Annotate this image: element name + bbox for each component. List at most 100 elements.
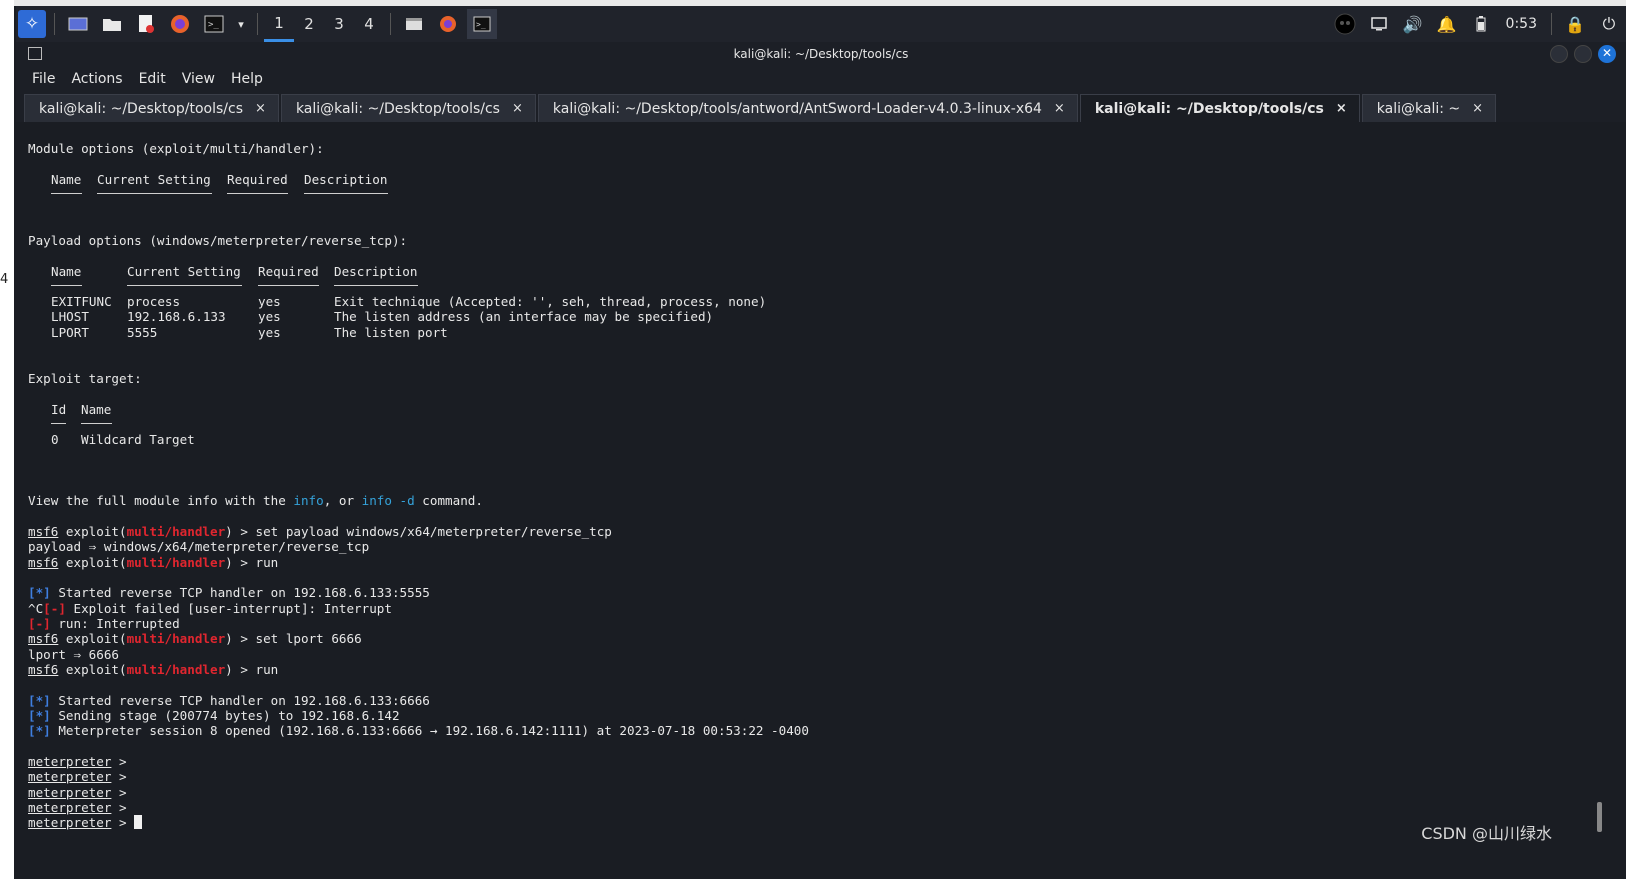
- pay-row-1-current: process: [127, 294, 181, 309]
- payload-options-heading: Payload options (windows/meterpreter/rev…: [28, 233, 408, 248]
- kali-menu-icon[interactable]: ✧: [18, 10, 46, 38]
- tab-3[interactable]: kali@kali: ~/Desktop/tools/antword/AntSw…: [537, 94, 1078, 122]
- pay-row-2-name: LHOST: [51, 309, 89, 324]
- workspace-2[interactable]: 2: [294, 6, 324, 42]
- panel-separator: [257, 13, 258, 35]
- svg-text:>_: >_: [476, 20, 486, 29]
- firefox-icon[interactable]: [165, 9, 195, 39]
- window-titlebar[interactable]: kali@kali: ~/Desktop/tools/cs ✕: [16, 42, 1626, 66]
- screen-icon[interactable]: [1364, 9, 1394, 39]
- terminal-output[interactable]: Module options (exploit/multi/handler): …: [16, 122, 1610, 840]
- notification-bell-icon[interactable]: 🔔: [1432, 9, 1462, 39]
- menu-file[interactable]: File: [32, 71, 55, 87]
- cmd-run-line-2: msf6 exploit(multi/handler) > run: [28, 662, 279, 677]
- panel-separator: [1551, 13, 1552, 35]
- pay-col-name: Name: [51, 264, 82, 279]
- chevron-down-icon[interactable]: ▾: [233, 9, 249, 39]
- tab-1[interactable]: kali@kali: ~/Desktop/tools/cs ×: [24, 94, 279, 122]
- pay-col-current: Current Setting: [127, 264, 241, 279]
- tab-bar: kali@kali: ~/Desktop/tools/cs × kali@kal…: [16, 92, 1626, 122]
- close-button[interactable]: ✕: [1598, 45, 1616, 63]
- panel-clock[interactable]: 0:53: [1506, 16, 1537, 32]
- tab-close-icon[interactable]: ×: [1054, 101, 1065, 116]
- started-handler-line-2: [*] Started reverse TCP handler on 192.1…: [28, 693, 430, 708]
- volume-icon[interactable]: 🔊: [1398, 9, 1428, 39]
- session-opened-line: [*] Meterpreter session 8 opened (192.16…: [28, 723, 809, 738]
- target-col-id: Id: [51, 402, 67, 417]
- tab-label: kali@kali: ~/Desktop/tools/cs: [1094, 100, 1324, 117]
- pay-row-3-name: LPORT: [51, 325, 89, 340]
- pay-name-underline: [51, 285, 82, 286]
- tab-close-icon[interactable]: ×: [255, 101, 266, 116]
- scrollbar-thumb[interactable]: [1597, 802, 1602, 832]
- show-desktop-icon[interactable]: [63, 9, 93, 39]
- pay-row-1-required: yes: [258, 294, 281, 309]
- file-manager-icon[interactable]: [97, 9, 127, 39]
- panel-separator: [54, 13, 55, 35]
- lock-icon[interactable]: 🔒: [1560, 9, 1590, 39]
- info-d-command: info -d: [361, 493, 415, 508]
- view-info-line: View the full module info with the info,…: [28, 493, 483, 508]
- menu-help[interactable]: Help: [231, 71, 263, 87]
- started-handler-line-1: [*] Started reverse TCP handler on 192.1…: [28, 585, 430, 600]
- tab-4-active[interactable]: kali@kali: ~/Desktop/tools/cs ×: [1079, 94, 1360, 122]
- pay-row-2-required: yes: [258, 309, 281, 324]
- panel-separator: [390, 13, 391, 35]
- tab-label: kali@kali: ~: [1376, 100, 1461, 117]
- terminal-scrollbar[interactable]: [1594, 122, 1604, 840]
- csdn-watermark: CSDN @山川绿水: [1421, 824, 1552, 843]
- terminal-icon[interactable]: >_: [199, 9, 229, 39]
- tab-5[interactable]: kali@kali: ~ ×: [1361, 94, 1497, 122]
- meterpreter-prompt-4: meterpreter >: [28, 800, 135, 815]
- payload-result-line: payload ⇒ windows/x64/meterpreter/revers…: [28, 539, 370, 554]
- menu-bar: File Actions Edit View Help: [16, 66, 1626, 92]
- lport-result-line: lport ⇒ 6666: [28, 647, 119, 662]
- pay-row-1-name: EXITFUNC: [51, 294, 112, 309]
- terminal-task-icon[interactable]: >_: [467, 9, 497, 39]
- cmd-run-line-1: msf6 exploit(multi/handler) > run: [28, 555, 279, 570]
- workspace-1[interactable]: 1: [264, 6, 294, 42]
- battery-icon[interactable]: [1466, 9, 1496, 39]
- target-col-name: Name: [81, 402, 112, 417]
- meterpreter-prompt-1: meterpreter >: [28, 754, 135, 769]
- window-terminal-icon: [28, 47, 42, 60]
- cmd-set-payload-line: msf6 exploit(multi/handler) > set payloa…: [28, 524, 612, 539]
- exploit-failed-line: ^C[-] Exploit failed [user-interrupt]: I…: [28, 601, 392, 616]
- panel-tray: 🔊 🔔 0:53 🔒 ⏻: [1328, 9, 1626, 39]
- tab-2[interactable]: kali@kali: ~/Desktop/tools/cs ×: [280, 94, 536, 122]
- maximize-button[interactable]: [1574, 45, 1592, 63]
- meterpreter-prompt-active[interactable]: meterpreter >: [28, 815, 143, 831]
- pay-row-2-current: 192.168.6.133: [127, 309, 226, 324]
- workspace-3[interactable]: 3: [324, 6, 354, 42]
- firefox-task-icon[interactable]: [433, 9, 463, 39]
- target-id-underline: [51, 423, 66, 424]
- cmd-set-lport-line: msf6 exploit(multi/handler) > set lport …: [28, 631, 362, 646]
- window-bottom-area: [16, 840, 1626, 879]
- menu-actions[interactable]: Actions: [71, 71, 122, 87]
- info-command: info: [293, 493, 324, 508]
- screenshot-right-edge: [1626, 0, 1636, 885]
- minimize-button[interactable]: [1550, 45, 1568, 63]
- power-icon[interactable]: ⏻: [1594, 9, 1624, 39]
- mod-col-description: Description: [304, 172, 388, 187]
- menu-view[interactable]: View: [182, 71, 215, 87]
- workspace-4[interactable]: 4: [354, 6, 384, 42]
- pay-col-description: Description: [334, 264, 418, 279]
- window-task-icon[interactable]: [399, 9, 429, 39]
- window-title: kali@kali: ~/Desktop/tools/cs: [733, 47, 909, 61]
- text-editor-icon[interactable]: [131, 9, 161, 39]
- module-options-heading: Module options (exploit/multi/handler):: [28, 141, 324, 156]
- mod-col-required: Required: [227, 172, 288, 187]
- tab-close-icon[interactable]: ×: [1472, 101, 1483, 116]
- meterpreter-prompt-3: meterpreter >: [28, 785, 135, 800]
- mod-col-name: Name: [51, 172, 82, 187]
- mod-required-underline: [227, 193, 288, 194]
- text-cursor: [134, 815, 143, 829]
- pay-row-3-required: yes: [258, 325, 281, 340]
- menu-edit[interactable]: Edit: [139, 71, 166, 87]
- tab-close-icon[interactable]: ×: [512, 101, 523, 116]
- user-avatar-icon[interactable]: [1330, 9, 1360, 39]
- tab-label: kali@kali: ~/Desktop/tools/cs: [295, 100, 500, 117]
- screenshot-bottom-edge: [0, 879, 1636, 885]
- tab-close-icon[interactable]: ×: [1336, 101, 1347, 116]
